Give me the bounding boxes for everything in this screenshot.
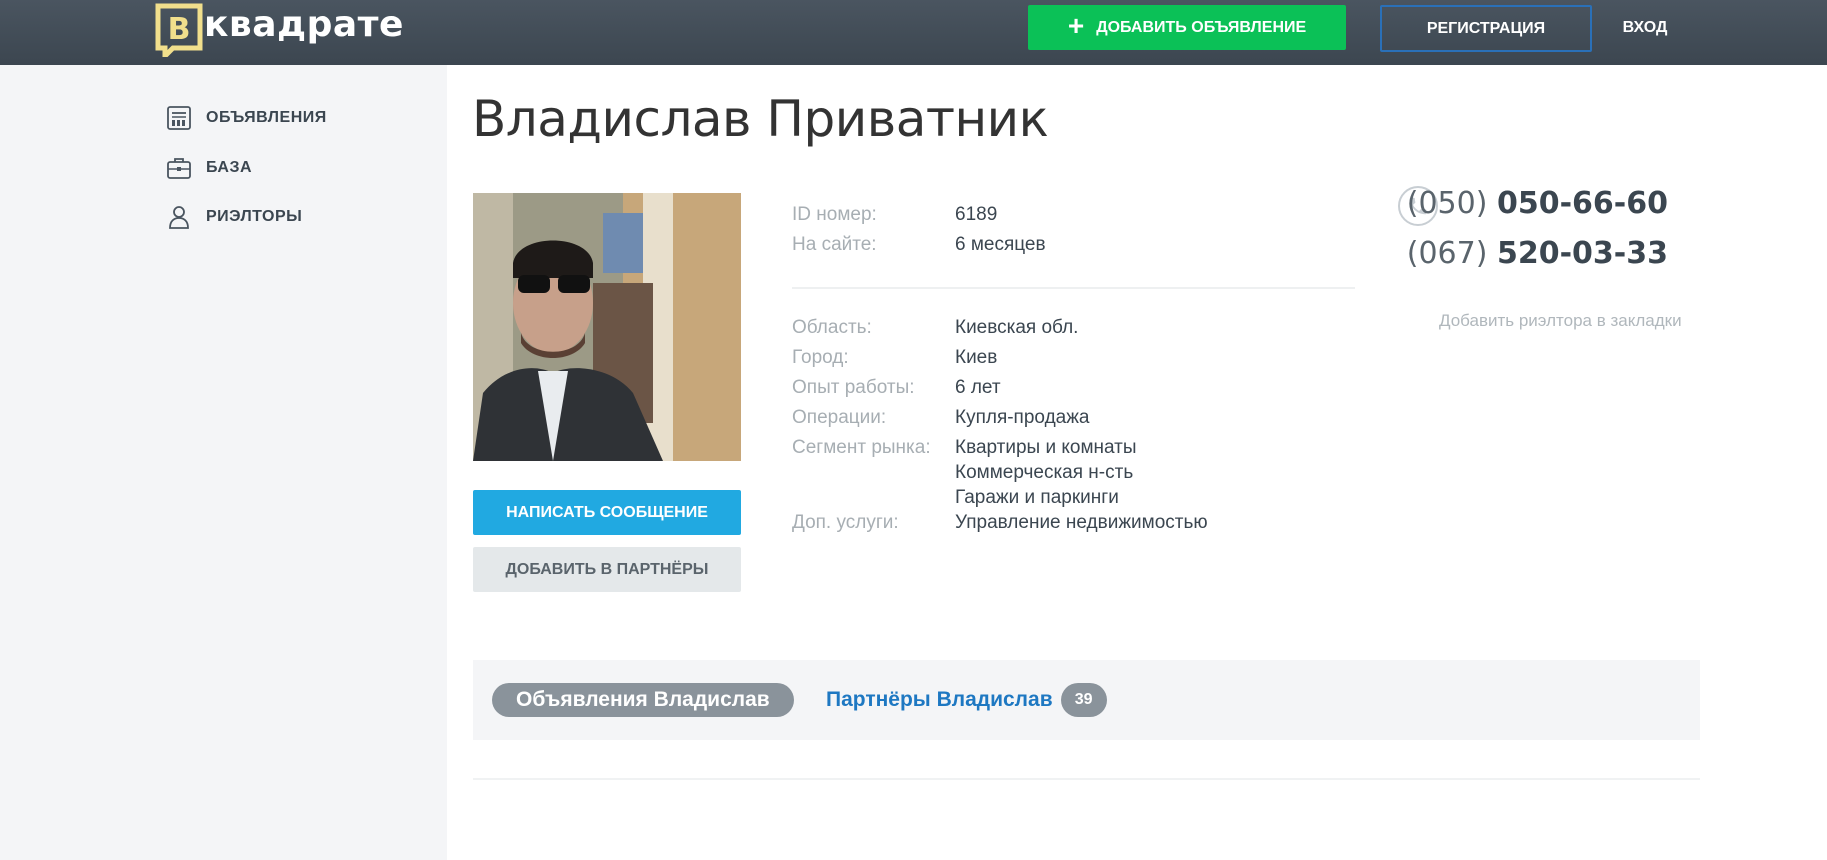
briefcase-icon — [167, 158, 191, 179]
add-listing-label: ДОБАВИТЬ ОБЪЯВЛЕНИЕ — [1096, 18, 1307, 36]
info-value: Управление недвижимостью — [955, 512, 1208, 533]
info-row-segment-2: Коммерческая н-сть — [792, 462, 1133, 484]
info-key: На сайте: — [792, 234, 877, 255]
info-value: Купля-продажа — [955, 407, 1090, 428]
info-value: Квартиры и комнаты — [955, 437, 1137, 458]
tab-partners[interactable]: Партнёры Владислав 39 — [826, 683, 1107, 717]
sidebar-item-label: ОБЪЯВЛЕНИЯ — [206, 109, 327, 126]
sidebar-item-base[interactable]: БАЗА — [166, 153, 252, 183]
info-value: Киев — [955, 347, 998, 368]
tab-listings[interactable]: Объявления Владислав — [492, 683, 794, 717]
info-key: Опыт работы: — [792, 377, 915, 398]
listings-icon — [167, 106, 191, 130]
info-value: Гаражи и паркинги — [955, 487, 1119, 508]
sidebar-item-listings[interactable]: ОБЪЯВЛЕНИЯ — [166, 103, 327, 133]
logo-icon[interactable]: В — [155, 3, 203, 57]
info-key: ID номер: — [792, 204, 877, 225]
add-listing-button[interactable]: + ДОБАВИТЬ ОБЪЯВЛЕНИЕ — [1028, 5, 1346, 50]
profile-tabs: Объявления Владислав Партнёры Владислав … — [473, 660, 1700, 740]
plus-icon: + — [1067, 10, 1085, 41]
info-row-operations: Операции: Купля-продажа — [792, 407, 1090, 429]
info-value: Киевская обл. — [955, 317, 1079, 338]
phone-number-2[interactable]: (067) 520-03-33 — [1407, 236, 1668, 271]
info-row-experience: Опыт работы: 6 лет — [792, 377, 1001, 399]
phone-digits: 520-03-33 — [1496, 236, 1668, 271]
register-button[interactable]: РЕГИСТРАЦИЯ — [1380, 5, 1592, 52]
send-message-button[interactable]: НАПИСАТЬ СООБЩЕНИЕ — [473, 490, 741, 535]
info-row-city: Город: Киев — [792, 347, 997, 369]
sidebar-item-realtors[interactable]: РИЭЛТОРЫ — [166, 202, 302, 232]
info-row-segment-3: Гаражи и паркинги — [792, 487, 1119, 509]
page-title: Владислав Приватник — [472, 90, 1049, 148]
info-value: 6 лет — [955, 377, 1001, 398]
avatar — [473, 193, 741, 461]
partners-count-badge: 39 — [1060, 683, 1107, 717]
phone-digits: 050-66-60 — [1496, 186, 1668, 221]
avatar-photo — [473, 193, 741, 461]
info-row-extra-services: Доп. услуги: Управление недвижимостью — [792, 512, 1208, 534]
info-row-on-site: На сайте: 6 месяцев — [792, 234, 1046, 256]
logo-text[interactable]: квадрате — [204, 4, 404, 45]
info-value: Коммерческая н-сть — [955, 462, 1134, 483]
phone-code: (067) — [1406, 236, 1488, 271]
info-key: Операции: — [792, 407, 887, 428]
svg-text:В: В — [168, 12, 191, 47]
info-row-region: Область: Киевская обл. — [792, 317, 1078, 339]
phone-number-1[interactable]: (050) 050-66-60 — [1407, 186, 1668, 221]
person-icon — [169, 206, 189, 229]
sidebar-item-label: БАЗА — [206, 159, 253, 176]
info-key: Область: — [792, 317, 872, 338]
content-divider — [473, 778, 1700, 780]
phone-code: (050) — [1406, 186, 1488, 221]
top-header: В квадрате + ДОБАВИТЬ ОБЪЯВЛЕНИЕ РЕГИСТР… — [0, 0, 1827, 65]
add-bookmark-link[interactable]: Добавить риэлтора в закладки — [1439, 311, 1682, 331]
add-partner-button[interactable]: ДОБАВИТЬ В ПАРТНЁРЫ — [473, 547, 741, 592]
info-key: Сегмент рынка: — [792, 437, 931, 458]
login-button[interactable]: ВХОД — [1600, 5, 1690, 50]
tab-partners-label: Партнёры Владислав — [826, 688, 1053, 711]
sidebar: ОБЪЯВЛЕНИЯ БАЗА РИЭЛТОРЫ — [0, 65, 447, 860]
info-row-id: ID номер: 6189 — [792, 204, 997, 226]
info-divider — [792, 287, 1355, 289]
sidebar-item-label: РИЭЛТОРЫ — [206, 208, 303, 225]
info-value: 6 месяцев — [955, 234, 1046, 255]
info-key — [792, 487, 955, 509]
info-key: Доп. услуги: — [792, 512, 899, 533]
info-key: Город: — [792, 347, 849, 368]
info-key — [792, 462, 955, 484]
info-value: 6189 — [955, 204, 998, 225]
info-row-segment: Сегмент рынка: Квартиры и комнаты — [792, 437, 1137, 459]
